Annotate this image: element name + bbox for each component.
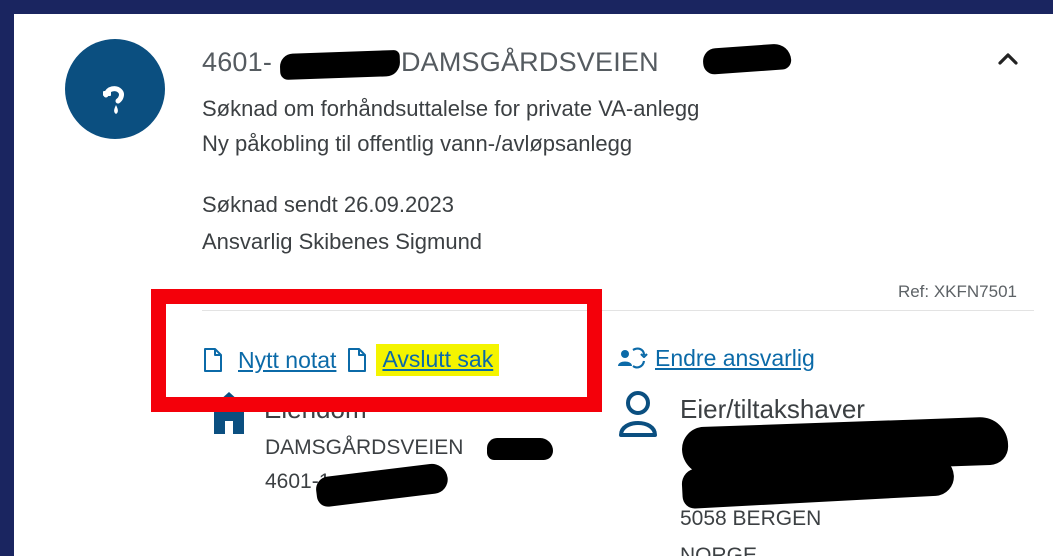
case-card: 4601- - DAMSGÅRDSVEIEN Søknad om forhånds… [14, 14, 1053, 556]
change-responsible-action[interactable]: Endre ansvarlig [616, 344, 815, 372]
case-title-suffix: - DAMSGÅRDSVEIEN [384, 47, 659, 77]
case-sent-date: Søknad sendt 26.09.2023 [202, 192, 454, 217]
case-subtitle-2: Ny påkobling til offentlig vann-/avløpsa… [202, 131, 633, 156]
redaction-mark [702, 42, 792, 76]
change-responsible-link[interactable]: Endre ansvarlig [655, 345, 815, 372]
case-reference: Ref: XKFN7501 [897, 282, 1017, 301]
redaction-mark [314, 462, 450, 508]
person-icon [619, 391, 657, 437]
property-address: DAMSGÅRDSVEIEN [265, 436, 464, 459]
case-responsible: Ansvarlig Skibenes Sigmund [202, 229, 483, 254]
case-type-avatar [65, 39, 165, 139]
owner-country: NORGE [680, 544, 758, 556]
owner-postal: 5058 BERGEN [680, 507, 822, 530]
collapse-button[interactable] [990, 44, 1026, 74]
case-subtitle-1: Søknad om forhåndsuttalelse for private … [202, 96, 700, 121]
case-title-prefix: 4601- [202, 47, 273, 77]
redaction-mark [279, 49, 401, 81]
case-title: 4601- - DAMSGÅRDSVEIEN [202, 47, 659, 78]
chevron-up-icon [998, 53, 1018, 65]
redaction-mark [487, 438, 553, 460]
owner-heading: Eier/tiltakshaver [680, 394, 865, 424]
water-tap-icon [103, 86, 124, 114]
annotation-highlight-box [151, 289, 602, 412]
person-swap-icon [618, 347, 648, 369]
